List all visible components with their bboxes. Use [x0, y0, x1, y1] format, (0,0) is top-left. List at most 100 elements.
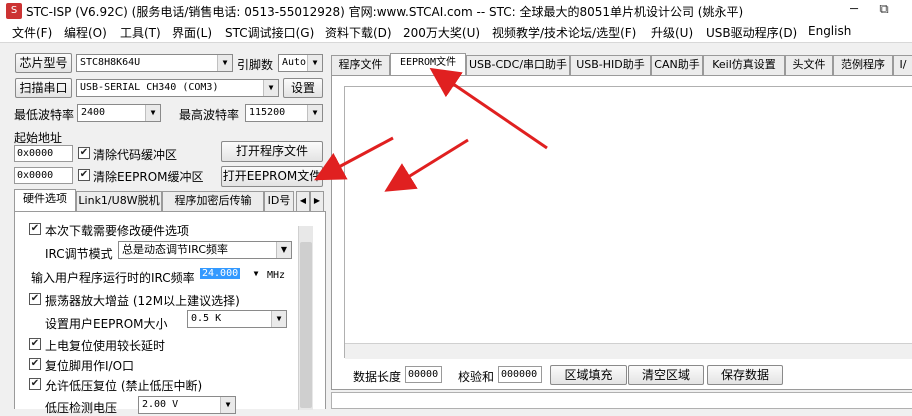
settings-button[interactable]: 设置	[283, 78, 323, 98]
menu-prize[interactable]: 200万大奖(U)	[403, 24, 480, 41]
eeprom-start-address-input[interactable]: 0x0000	[14, 167, 73, 184]
low-voltage-value: 2.00 V	[142, 399, 179, 410]
chevron-down-icon: ▼	[145, 105, 160, 121]
osc-gain-checkbox[interactable]: ✔	[29, 293, 41, 305]
max-baud-select[interactable]: 115200 ▼	[245, 104, 323, 122]
checksum-label: 校验和	[458, 370, 495, 384]
pin-count-select[interactable]: Auto ▼	[278, 54, 323, 72]
restore-button[interactable]: ⧉	[872, 0, 896, 22]
low-voltage-select[interactable]: 2.00 V ▼	[138, 396, 236, 414]
tab-io[interactable]: I/	[893, 55, 912, 75]
power-on-delay-checkbox[interactable]: ✔	[29, 338, 41, 350]
menu-bar: 文件(F) 编程(O) 工具(T) 界面(L) STC调试接口(G) 资料下载(…	[0, 22, 912, 43]
modify-hardware-options-label: 本次下载需要修改硬件选项	[45, 224, 190, 238]
save-data-button[interactable]: 保存数据	[707, 365, 783, 385]
data-length-field: 00000	[405, 366, 442, 383]
eeprom-panel: 数据长度 00000 校验和 000000 区域填充 清空区域 保存数据	[331, 75, 912, 390]
tab-header-file[interactable]: 头文件	[785, 55, 833, 75]
min-baud-label: 最低波特率	[14, 108, 75, 122]
chevron-down-icon: ▼	[263, 80, 278, 96]
irc-frequency-unit: MHz	[267, 270, 286, 281]
menu-english[interactable]: English	[808, 24, 851, 38]
left-tab-strip: 硬件选项 Link1/U8W脱机 程序加密后传输 ID号 ◀ ▶	[14, 189, 326, 211]
irc-frequency-select[interactable]: 24.000 ▼	[197, 266, 263, 283]
minimize-button[interactable]: ─	[842, 0, 866, 22]
osc-gain-label: 振荡器放大增益 (12M以上建议选择)	[45, 294, 240, 308]
eeprom-size-value: 0.5 K	[191, 313, 222, 324]
data-length-label: 数据长度	[353, 370, 402, 384]
chevron-down-icon: ▼	[220, 397, 235, 413]
title-bar: S STC-ISP (V6.92C) (服务电话/销售电话: 0513-5501…	[0, 0, 912, 23]
fill-region-button[interactable]: 区域填充	[550, 365, 627, 385]
checksum-field: 000000	[498, 366, 542, 383]
low-voltage-label: 低压检测电压	[45, 401, 118, 415]
menu-debug[interactable]: STC调试接口(G)	[225, 24, 314, 41]
pin-count-label: 引脚数	[237, 58, 274, 72]
clear-region-button[interactable]: 清空区域	[628, 365, 704, 385]
tab-eeprom-file[interactable]: EEPROM文件	[390, 53, 466, 75]
low-voltage-reset-checkbox[interactable]: ✔	[29, 378, 41, 390]
clear-code-checkbox[interactable]: ✔	[78, 147, 90, 159]
menu-upgrade[interactable]: 升级(U)	[651, 24, 693, 41]
tab-scroll-right-icon[interactable]: ▶	[310, 191, 324, 211]
power-on-delay-label: 上电复位使用较长延时	[45, 339, 166, 353]
port-select[interactable]: USB-SERIAL CH340 (COM3) ▼	[76, 79, 279, 97]
data-area-hscrollbar[interactable]	[345, 343, 912, 359]
clear-eeprom-checkbox[interactable]: ✔	[78, 169, 90, 181]
tab-usb-hid[interactable]: USB-HID助手	[570, 55, 651, 75]
clear-eeprom-label: 清除EEPROM缓冲区	[93, 170, 204, 184]
tab-encrypted-transfer[interactable]: 程序加密后传输	[162, 191, 264, 211]
tab-keil[interactable]: Keil仿真设置	[703, 55, 785, 75]
tab-can[interactable]: CAN助手	[651, 55, 703, 75]
eeprom-size-select[interactable]: 0.5 K ▼	[187, 310, 287, 328]
irc-mode-label: IRC调节模式	[45, 247, 113, 261]
eeprom-data-area[interactable]	[344, 86, 912, 359]
chip-model-button[interactable]: 芯片型号	[15, 53, 72, 73]
chevron-down-icon: ▼	[276, 242, 291, 258]
irc-mode-value: 总是动态调节IRC频率	[122, 243, 229, 256]
max-baud-label: 最高波特率	[179, 108, 240, 122]
menu-usb-driver[interactable]: USB驱动程序(D)	[706, 24, 797, 41]
scan-port-button[interactable]: 扫描串口	[15, 78, 72, 98]
min-baud-select[interactable]: 2400 ▼	[77, 104, 161, 122]
window-title: STC-ISP (V6.92C) (服务电话/销售电话: 0513-550129…	[26, 5, 744, 19]
chevron-down-icon: ▼	[271, 311, 286, 327]
low-voltage-reset-label: 允许低压复位 (禁止低压中断)	[45, 379, 203, 393]
menu-file[interactable]: 文件(F)	[12, 24, 52, 41]
tab-hardware-options[interactable]: 硬件选项	[14, 189, 76, 211]
tab-examples[interactable]: 范例程序	[833, 55, 893, 75]
eeprom-size-label: 设置用户EEPROM大小	[45, 317, 168, 331]
right-tab-strip: 程序文件 EEPROM文件 USB-CDC/串口助手 USB-HID助手 CAN…	[331, 53, 912, 75]
app-icon: S	[6, 3, 22, 19]
reset-pin-io-label: 复位脚用作I/O口	[45, 359, 135, 373]
chevron-down-icon: ▼	[217, 55, 232, 71]
log-output-area[interactable]	[331, 392, 912, 409]
tab-scroll-left-icon[interactable]: ◀	[296, 191, 310, 211]
start-address-label: 起始地址	[14, 131, 63, 145]
menu-interface[interactable]: 界面(L)	[172, 24, 212, 41]
code-start-address-input[interactable]: 0x0000	[14, 145, 73, 162]
irc-frequency-value: 24.000	[200, 268, 241, 279]
reset-pin-io-checkbox[interactable]: ✔	[29, 358, 41, 370]
irc-mode-select[interactable]: 总是动态调节IRC频率 ▼	[118, 241, 292, 259]
tab-usb-cdc[interactable]: USB-CDC/串口助手	[466, 55, 570, 75]
open-eeprom-file-button[interactable]: 打开EEPROM文件	[221, 166, 323, 187]
clear-code-label: 清除代码缓冲区	[93, 148, 178, 162]
menu-tools[interactable]: 工具(T)	[120, 24, 161, 41]
hardware-options-panel: ✔ 本次下载需要修改硬件选项 IRC调节模式 总是动态调节IRC频率 ▼ 输入用…	[14, 211, 326, 415]
menu-program[interactable]: 编程(O)	[64, 24, 107, 41]
chevron-down-icon: ▼	[253, 269, 259, 278]
min-baud-value: 2400	[81, 107, 106, 118]
chip-model-select[interactable]: STC8H8K64U ▼	[76, 54, 233, 72]
options-scrollbar-thumb[interactable]	[300, 242, 312, 408]
tab-link1-offline[interactable]: Link1/U8W脱机	[76, 191, 162, 211]
modify-hardware-options-checkbox[interactable]: ✔	[29, 223, 41, 235]
options-scrollbar[interactable]	[298, 226, 313, 410]
menu-download[interactable]: 资料下载(D)	[325, 24, 392, 41]
tab-id[interactable]: ID号	[264, 191, 294, 211]
tab-program-file[interactable]: 程序文件	[331, 55, 390, 75]
chip-model-value: STC8H8K64U	[80, 57, 141, 68]
pin-count-value: Auto	[282, 57, 307, 68]
menu-video[interactable]: 视频教学/技术论坛/选型(F)	[492, 24, 636, 41]
open-program-file-button[interactable]: 打开程序文件	[221, 141, 323, 162]
